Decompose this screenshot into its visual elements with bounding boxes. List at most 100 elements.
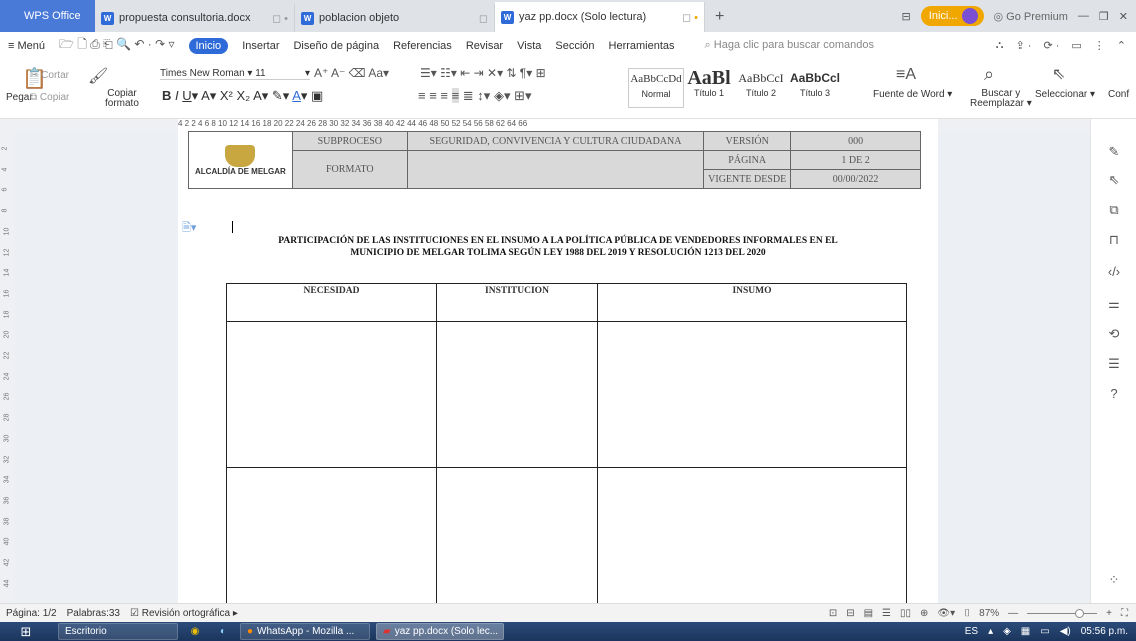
- help-icon[interactable]: ?: [1105, 385, 1123, 403]
- menu-diseno[interactable]: Diseño de página: [293, 40, 379, 52]
- new-tab-plus-icon[interactable]: +: [705, 8, 734, 32]
- table-cell[interactable]: [226, 467, 437, 603]
- list-tools[interactable]: ☰▾ ☷▾ ⇤ ⇥ ✕▾ ⇅ ¶▾ ⊞: [420, 66, 546, 80]
- sync-icon[interactable]: ⟳ ·: [1043, 39, 1059, 52]
- zoom-slider[interactable]: [1027, 609, 1098, 618]
- menu-herramientas[interactable]: Herramientas: [609, 40, 675, 52]
- fullscreen-icon[interactable]: ⛶: [1121, 608, 1128, 619]
- command-search[interactable]: ⌕ Haga clic para buscar comandos: [705, 39, 874, 52]
- style-titulo-3[interactable]: AaBbCcl Título 3: [790, 68, 840, 108]
- settings-sliders-icon[interactable]: ⚌: [1105, 295, 1123, 313]
- text-format-tools[interactable]: B I U▾ A▾ X² X₂ A▾ ✎▾ A▾ ▣: [162, 88, 323, 104]
- tab-yaz-pp[interactable]: Wyaz pp.docx (Solo lectura) ◻ •: [495, 2, 705, 32]
- menu-button[interactable]: ≡ Menú: [8, 40, 45, 52]
- zoom-out-button[interactable]: —: [1008, 608, 1018, 619]
- cut-button[interactable]: ✂ Cortar: [30, 70, 69, 81]
- pointer-icon[interactable]: ⇖: [1105, 171, 1123, 189]
- tray-app-icon[interactable]: ◈: [1003, 626, 1011, 637]
- layers-icon[interactable]: ☰: [1105, 355, 1123, 373]
- menu-insertar[interactable]: Insertar: [242, 40, 279, 52]
- tab-propuesta[interactable]: Wpropuesta consultoria.docx ◻ •: [95, 4, 295, 32]
- network-icon[interactable]: ▦: [1021, 626, 1030, 637]
- font-source-button[interactable]: Fuente de Word ▾: [873, 89, 952, 100]
- document-page[interactable]: ALCALDÍA DE MELGAR SUBPROCESO SEGURIDAD,…: [178, 131, 938, 603]
- comment-icon[interactable]: ▭: [1071, 39, 1081, 52]
- tab-more-icon[interactable]: ◻: [465, 12, 488, 25]
- table-cell[interactable]: [226, 321, 437, 468]
- clock[interactable]: 05:56 p.m.: [1081, 626, 1128, 637]
- collapse-ribbon-icon[interactable]: ⌃: [1117, 39, 1126, 52]
- chrome-icon[interactable]: ◉: [184, 626, 206, 637]
- quick-access-icons[interactable]: 🗁 🗋 ⎙ ⎗ 🔍 ↶ · ↷ ▿: [59, 35, 174, 56]
- zoom-in-button[interactable]: +: [1106, 608, 1112, 619]
- zoom-level[interactable]: 87%: [979, 608, 999, 619]
- taskbar-wps-doc[interactable]: ▰ yaz pp.docx (Solo lec...: [376, 623, 504, 640]
- read-view-icon[interactable]: ▯▯: [900, 608, 911, 619]
- eye-protect-icon[interactable]: 👁▾: [937, 608, 955, 619]
- menu-vista[interactable]: Vista: [517, 40, 541, 52]
- table-cell[interactable]: [597, 321, 907, 468]
- more-icon[interactable]: ⋮: [1094, 39, 1105, 52]
- share-icon[interactable]: ⛬: [996, 39, 1004, 52]
- copy-button[interactable]: ⧉ Copiar: [30, 92, 69, 103]
- taskbar-escritorio[interactable]: Escritorio: [58, 623, 178, 640]
- web-view-icon[interactable]: ⊕: [920, 608, 928, 619]
- pen-icon[interactable]: ✎: [1105, 143, 1123, 161]
- page-view-icon[interactable]: ▤: [864, 608, 873, 619]
- grid-view-icon[interactable]: ⁘: [1105, 571, 1123, 589]
- style-titulo-2[interactable]: AaBbCcI Título 2: [734, 68, 788, 108]
- zoom-slider-handle[interactable]: [1075, 609, 1085, 618]
- monitor-icon[interactable]: ▭: [1040, 626, 1049, 637]
- conf-button[interactable]: Conf: [1108, 89, 1129, 100]
- select-button[interactable]: Seleccionar ▾: [1035, 89, 1095, 100]
- taskbar-whatsapp[interactable]: ● WhatsApp - Mozilla ...: [240, 623, 370, 640]
- window-layout-icon[interactable]: ⊟: [902, 10, 911, 23]
- page-count[interactable]: Página: 1/2: [6, 608, 57, 619]
- upload-icon[interactable]: ⇪ ·: [1016, 39, 1032, 52]
- language-indicator[interactable]: ES: [965, 626, 978, 637]
- table-cell[interactable]: [597, 467, 907, 603]
- tab-more-icon[interactable]: ◻ •: [258, 12, 288, 25]
- history-icon[interactable]: ⟲: [1105, 325, 1123, 343]
- word-count[interactable]: Palabras:33: [67, 608, 120, 619]
- lock-icon[interactable]: ⊓: [1105, 231, 1123, 249]
- menu-referencias[interactable]: Referencias: [393, 40, 452, 52]
- find-icon[interactable]: ⌕: [984, 64, 994, 85]
- paragraph-tools[interactable]: ≡ ≡ ≡ ≡ ≣ ↕▾ ◈▾ ⊞▾: [418, 88, 532, 104]
- wps-office-tab[interactable]: WPS Office: [0, 0, 95, 32]
- font-name-select[interactable]: Times New Roman ▾ 11 ▾: [160, 68, 310, 80]
- font-source-icon[interactable]: ≡A: [896, 66, 916, 84]
- revision-icon[interactable]: ⊟: [846, 608, 854, 619]
- style-titulo-1[interactable]: AaBl Título 1: [686, 68, 732, 108]
- format-painter-icon[interactable]: 🖌: [88, 66, 108, 86]
- style-normal[interactable]: AaBbCcDd Normal: [628, 68, 684, 108]
- edge-icon[interactable]: ◐: [212, 626, 234, 637]
- tray-expand-icon[interactable]: ▴: [988, 626, 993, 637]
- font-size-tools[interactable]: A⁺ A⁻ ⌫ Aa▾: [314, 66, 389, 80]
- doc-protect-icon[interactable]: ⊡: [829, 608, 837, 619]
- vertical-ruler[interactable]: 2 4 6 8 10 12 14 16 18 20 22 24 26 28 30 32 34 36 38 40 42 44: [0, 131, 14, 603]
- format-painter-button[interactable]: Copiar formato: [105, 89, 139, 109]
- code-icon[interactable]: ‹/›: [1105, 263, 1123, 281]
- minimize-icon[interactable]: —: [1078, 10, 1089, 22]
- start-button[interactable]: ⊞: [0, 622, 52, 641]
- table-cell[interactable]: [436, 321, 598, 468]
- paste-button[interactable]: Pegar: [6, 92, 33, 103]
- translate-icon[interactable]: ⧉: [1105, 201, 1123, 219]
- table-cell[interactable]: [436, 467, 598, 603]
- volume-icon[interactable]: ◀): [1060, 626, 1071, 637]
- menu-inicio[interactable]: Inicio: [188, 37, 229, 54]
- tab-more-icon[interactable]: ◻ •: [668, 11, 698, 24]
- outline-view-icon[interactable]: ☰: [882, 608, 891, 619]
- menu-seccion[interactable]: Sección: [555, 40, 594, 52]
- restore-icon[interactable]: ❐: [1099, 10, 1109, 23]
- tab-poblacion[interactable]: Wpoblacion objeto ◻: [295, 4, 495, 32]
- find-replace-button[interactable]: Buscar y Reemplazar ▾: [970, 89, 1032, 109]
- zoom-fit-icon[interactable]: ⌷: [964, 608, 970, 619]
- select-cursor-icon[interactable]: ⇖: [1052, 64, 1065, 84]
- spell-check-button[interactable]: ☑ Revisión ortográfica ▸: [130, 608, 238, 619]
- menu-revisar[interactable]: Revisar: [466, 40, 503, 52]
- go-premium-button[interactable]: ◎ Go Premium: [994, 10, 1068, 23]
- inicio-account-button[interactable]: Inici...: [920, 6, 984, 26]
- close-icon[interactable]: ✕: [1119, 10, 1128, 23]
